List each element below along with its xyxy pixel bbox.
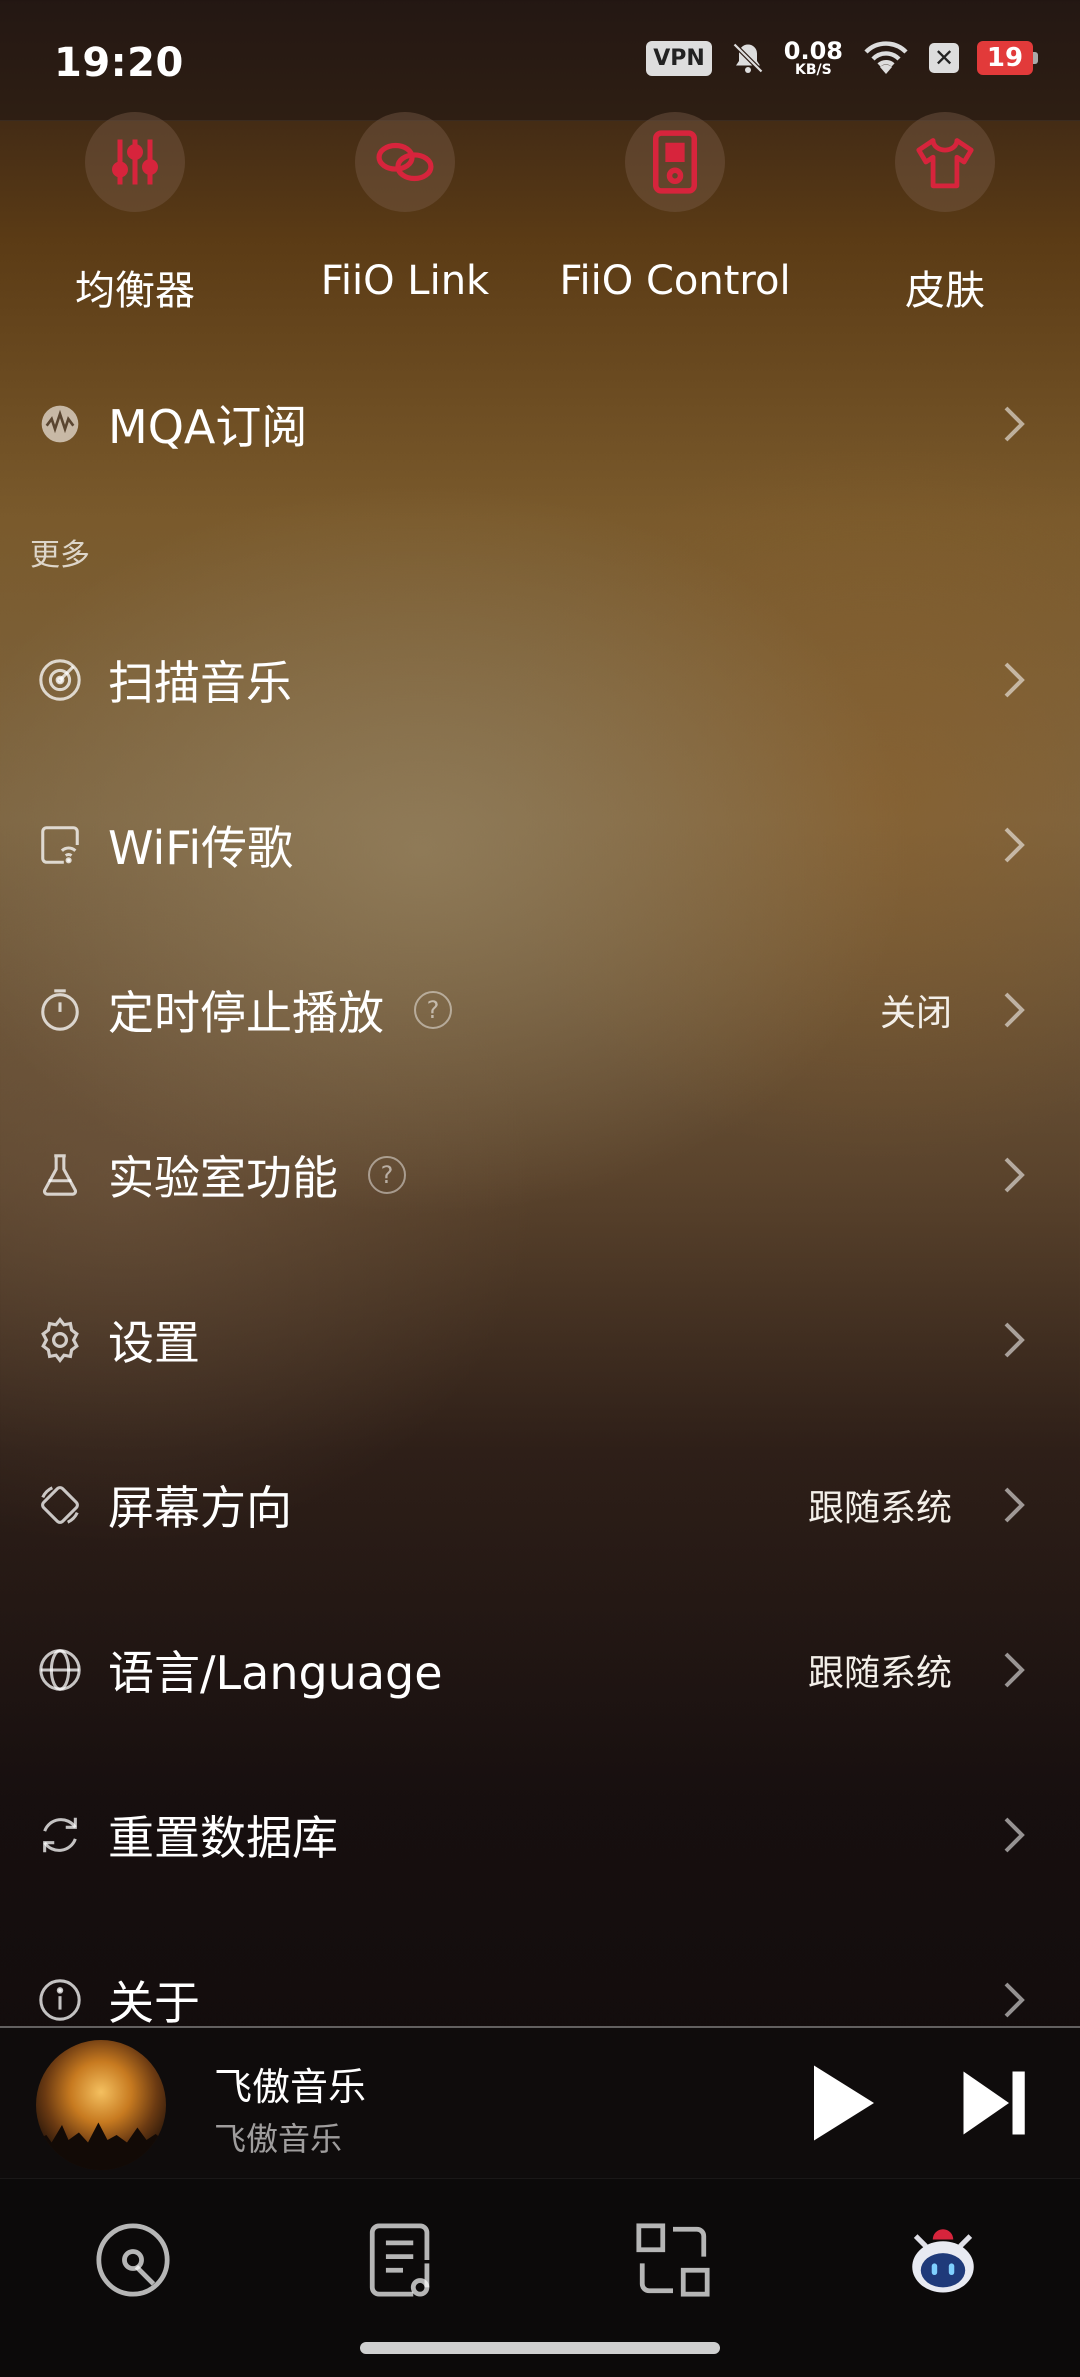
menu-item-lab-features[interactable]: 实验室功能? — [0, 1125, 1080, 1225]
chevron-right-icon — [1004, 827, 1025, 863]
timer-icon — [36, 986, 84, 1034]
equalizer-icon — [85, 112, 185, 212]
nav-tab-playlist[interactable] — [358, 2215, 448, 2305]
sim-disabled-icon: ✕ — [929, 43, 959, 73]
chevron-right-icon — [1004, 406, 1025, 442]
chevron-right-icon — [1004, 1817, 1025, 1853]
row-label: 语言/Language — [108, 1646, 443, 1700]
row-label: 关于 — [108, 1976, 200, 2030]
network-speed: 0.08 KB/S — [783, 37, 843, 78]
nav-tab-disc[interactable] — [88, 2215, 178, 2305]
status-bar: 19:20 VPN 0.08 KB/S ✕ 19 — [0, 0, 1080, 121]
row-label: MQA订阅 — [108, 400, 308, 454]
status-time: 19:20 — [54, 40, 184, 86]
chevron-right-icon — [1004, 992, 1025, 1028]
chevron-right-icon — [1004, 1157, 1025, 1193]
menu-item-settings[interactable]: 设置 — [0, 1290, 1080, 1390]
switch-icon — [636, 2223, 710, 2297]
globe-icon — [36, 1646, 84, 1694]
wifi-transfer-icon — [36, 821, 84, 869]
chevron-right-icon — [1004, 662, 1025, 698]
nav-tab-my[interactable] — [898, 2215, 988, 2305]
menu-item-scan-music[interactable]: 扫描音乐 — [0, 630, 1080, 730]
menu-item-language[interactable]: 语言/Language 跟随系统 — [0, 1620, 1080, 1720]
robot-mascot-icon — [912, 2229, 974, 2293]
mqa-icon — [36, 400, 84, 448]
section-header-more: 更多 — [30, 538, 90, 573]
row-label: 屏幕方向 — [108, 1481, 292, 1535]
chevron-right-icon — [1004, 1322, 1025, 1358]
chevron-right-icon — [1004, 1487, 1025, 1523]
shortcut-label: 皮肤 — [905, 268, 985, 314]
playlist-icon — [369, 2223, 430, 2297]
bell-muted-icon — [732, 42, 763, 74]
home-indicator[interactable] — [360, 2342, 720, 2354]
refresh-icon — [36, 1811, 84, 1859]
menu-item-wifi-transfer[interactable]: WiFi传歌 — [0, 795, 1080, 895]
vpn-badge: VPN — [646, 40, 712, 76]
help-icon[interactable]: ? — [414, 991, 452, 1029]
wifi-icon — [864, 41, 908, 74]
track-title: 飞傲音乐 — [214, 2065, 367, 2109]
row-value: 关闭 — [879, 993, 952, 1034]
shortcut-label: FiiO Control — [559, 258, 791, 304]
shortcut-equalizer[interactable]: 均衡器 — [0, 112, 270, 316]
shortcut-fiio-control[interactable]: FiiO Control — [540, 112, 810, 304]
disc-icon — [96, 2223, 170, 2297]
row-value: 跟随系统 — [807, 1488, 952, 1529]
info-icon — [36, 1976, 84, 2024]
shortcut-skin[interactable]: 皮肤 — [810, 112, 1080, 316]
row-label: 设置 — [108, 1316, 200, 1370]
mini-player[interactable]: 飞傲音乐 飞傲音乐 — [0, 2026, 1080, 2178]
tshirt-icon — [895, 112, 995, 212]
menu-item-sleep-timer[interactable]: 定时停止播放? 关闭 — [0, 960, 1080, 1060]
screen-rotation-icon — [36, 1481, 84, 1529]
link-icon — [355, 112, 455, 212]
flask-icon — [36, 1151, 84, 1199]
gear-icon — [36, 1316, 84, 1364]
help-icon[interactable]: ? — [368, 1156, 406, 1194]
next-track-icon[interactable] — [960, 2058, 1030, 2148]
shortcut-bar: 均衡器 FiiO Link FiiO Control 皮肤 — [0, 112, 1080, 322]
scan-icon — [36, 656, 84, 704]
nav-tab-switch[interactable] — [628, 2215, 718, 2305]
status-icons: VPN 0.08 KB/S ✕ 19 — [646, 38, 1038, 78]
row-label: 实验室功能? — [108, 1142, 406, 1208]
player-device-icon — [625, 112, 725, 212]
menu-item-screen-orientation[interactable]: 屏幕方向 跟随系统 — [0, 1455, 1080, 1555]
chevron-right-icon — [1004, 1982, 1025, 2018]
shortcut-fiio-link[interactable]: FiiO Link — [270, 112, 540, 304]
row-label: WiFi传歌 — [108, 821, 294, 875]
shortcut-label: FiiO Link — [320, 258, 490, 304]
row-label: 扫描音乐 — [108, 656, 292, 710]
album-cover[interactable] — [36, 2040, 166, 2170]
row-value: 跟随系统 — [807, 1653, 952, 1694]
play-icon[interactable] — [806, 2058, 882, 2148]
mqa-subscription-row[interactable]: MQA订阅 — [0, 374, 1080, 474]
menu-item-reset-database[interactable]: 重置数据库 — [0, 1785, 1080, 1885]
chevron-right-icon — [1004, 1652, 1025, 1688]
row-label: 定时停止播放? — [108, 977, 452, 1043]
shortcut-label: 均衡器 — [75, 268, 195, 314]
row-label: 重置数据库 — [108, 1811, 338, 1865]
battery-indicator: 19 — [977, 41, 1038, 75]
track-artist: 飞傲音乐 — [214, 2120, 343, 2158]
